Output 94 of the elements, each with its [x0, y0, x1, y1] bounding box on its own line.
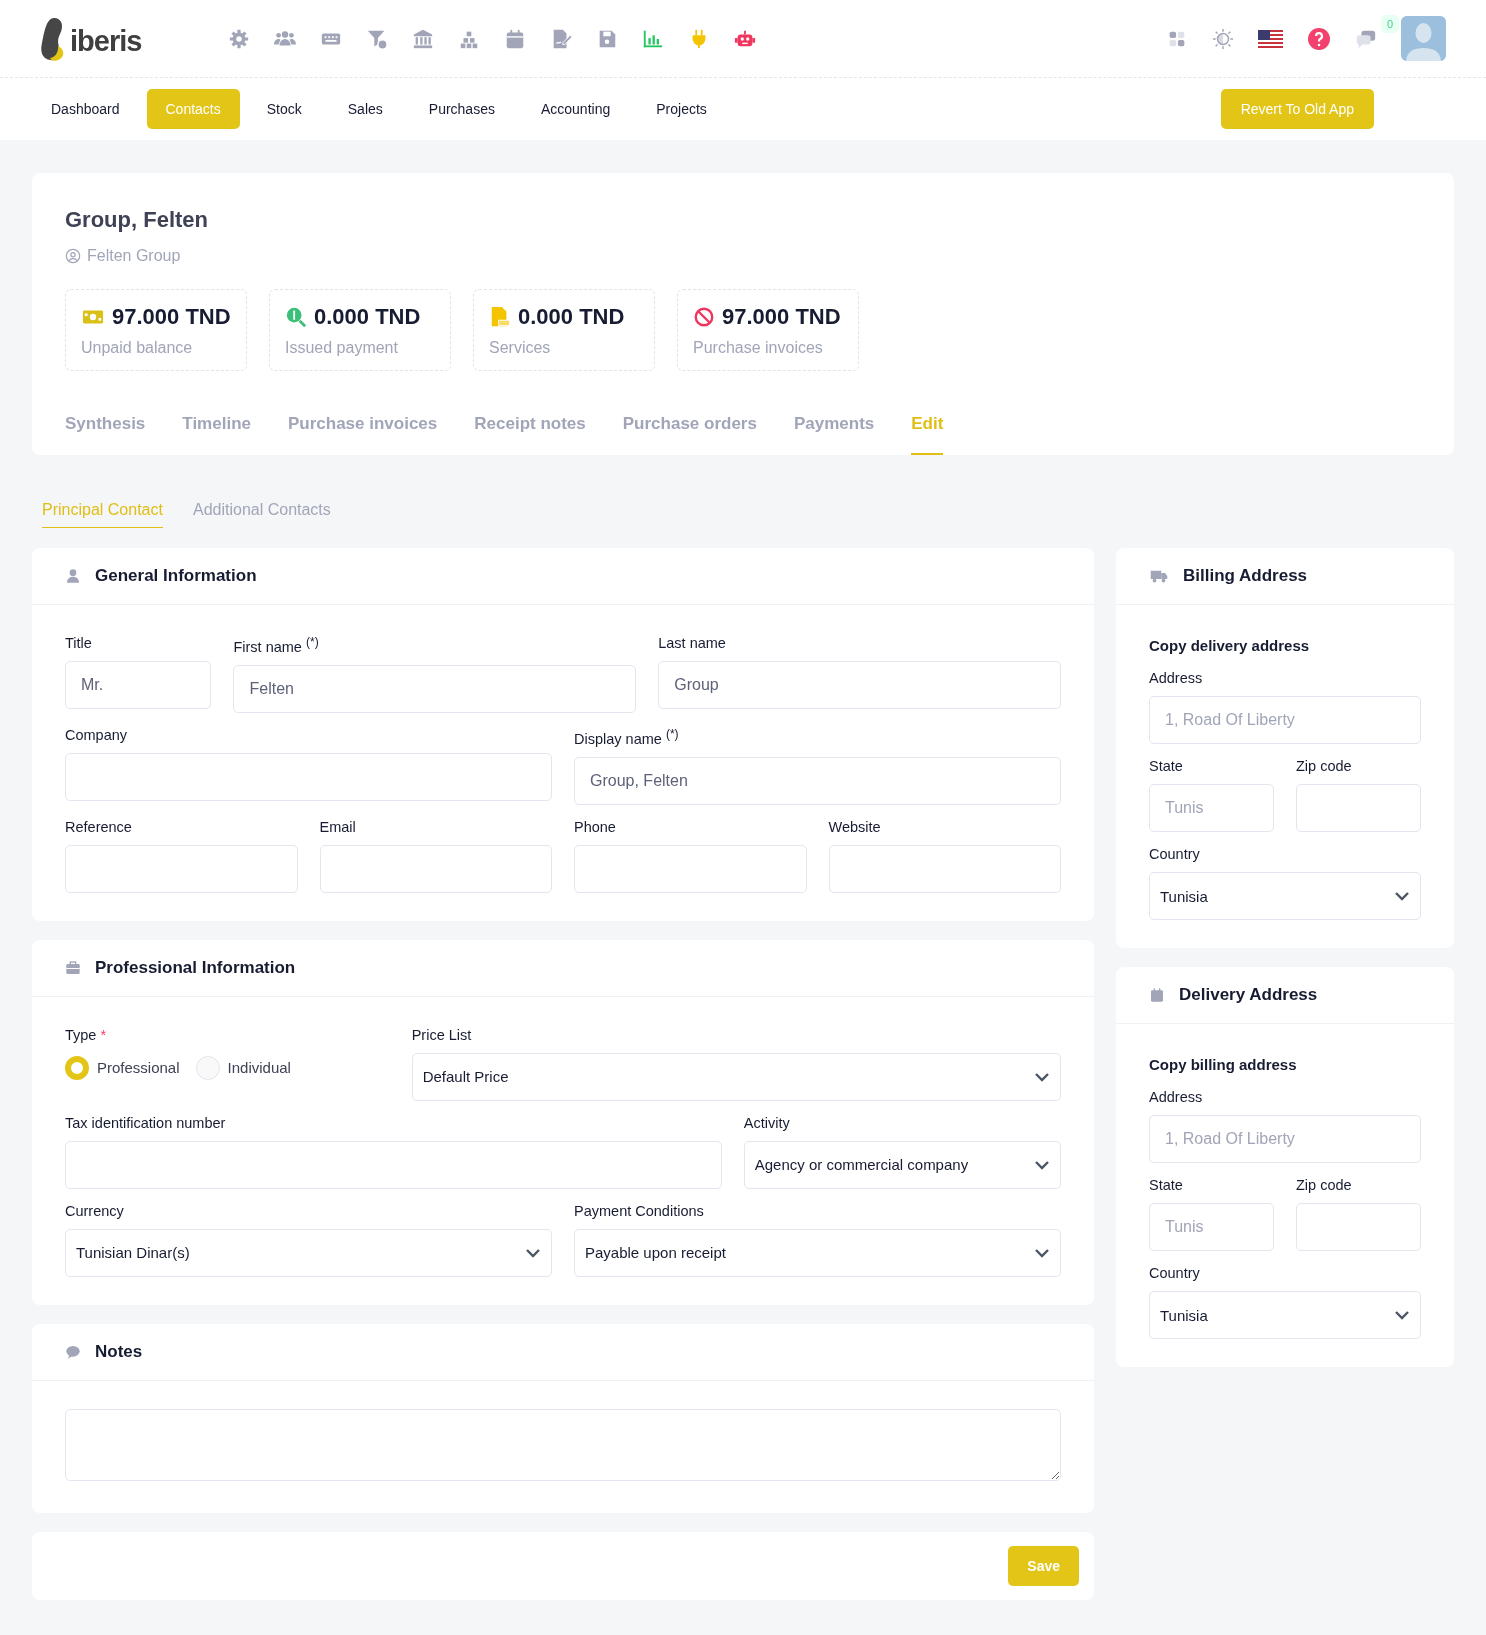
- notification-badge: 0: [1380, 14, 1399, 33]
- field-label: Email: [319, 818, 357, 835]
- field-label: Reference: [65, 818, 133, 835]
- prohibited-icon: [693, 306, 715, 328]
- us-flag-icon[interactable]: [1258, 29, 1283, 48]
- calendar-icon: [1149, 987, 1165, 1003]
- speech-bubble-icon: [65, 1343, 81, 1360]
- input-field[interactable]: [1296, 784, 1421, 832]
- required-mark: *: [100, 1026, 107, 1043]
- field-label: Title: [65, 635, 93, 651]
- input-field[interactable]: [1296, 1203, 1421, 1251]
- field-label: Address: [1149, 1089, 1204, 1105]
- field-label: Currency: [65, 1202, 125, 1219]
- dropdown[interactable]: Tunisia: [1149, 1291, 1421, 1339]
- chevron-icon: [1034, 1159, 1050, 1170]
- magnifier-coin-icon: [285, 306, 307, 328]
- section-title: Delivery Address: [1179, 985, 1318, 1005]
- dropdown[interactable]: Tunisia: [1149, 872, 1421, 920]
- logo-text: iberis: [70, 26, 142, 56]
- copy-address-link[interactable]: Copy billing address: [1149, 1056, 1421, 1073]
- briefcase-icon: [65, 959, 81, 976]
- bank-icon[interactable]: [412, 27, 434, 50]
- input-field[interactable]: Group: [658, 661, 1061, 709]
- field-label: Website: [828, 818, 882, 835]
- input-field[interactable]: 1, Road Of Liberty: [1149, 1115, 1421, 1163]
- nav-tab[interactable]: Projects: [637, 89, 726, 129]
- input-field[interactable]: 1, Road Of Liberty: [1149, 696, 1421, 744]
- stat-amount: 97.000 TND: [112, 304, 231, 330]
- field-label: Company: [65, 726, 129, 743]
- nav-tab[interactable]: Stock: [247, 89, 321, 129]
- user-circle-icon: [65, 248, 81, 264]
- sun-moon-icon[interactable]: [1212, 27, 1234, 50]
- field-label: Address: [1149, 670, 1204, 686]
- input-field[interactable]: [65, 1140, 722, 1189]
- section-title: General Information: [95, 566, 257, 586]
- stat-amount: 0.000 TND: [518, 304, 625, 330]
- stat-amount: 0.000 TND: [314, 304, 421, 330]
- dropdown[interactable]: Default Price: [411, 1052, 1061, 1101]
- stat-label: Services: [489, 339, 552, 357]
- section-title: Billing Address: [1183, 566, 1308, 586]
- field-label: Activity: [743, 1114, 791, 1131]
- input-field[interactable]: Group, Felten: [574, 756, 1061, 805]
- notes-field[interactable]: [65, 1408, 1061, 1481]
- nav-tab[interactable]: Sales: [328, 89, 402, 129]
- field-label: Price List: [411, 1026, 473, 1043]
- help-icon[interactable]: [1307, 26, 1331, 51]
- calendar-icon[interactable]: [504, 27, 526, 50]
- field-label: State: [1149, 758, 1184, 774]
- contact-name: Group, Felten: [65, 207, 209, 233]
- input-field[interactable]: [574, 844, 807, 893]
- chevron-icon: [1034, 1247, 1050, 1258]
- avatar-icon[interactable]: [1401, 16, 1446, 61]
- field-label: Country: [1149, 1265, 1201, 1281]
- field-label: Payment Conditions: [574, 1202, 705, 1219]
- nav-tab[interactable]: Dashboard: [32, 89, 139, 129]
- section-title: Notes: [95, 1341, 143, 1362]
- input-field[interactable]: Mr.: [65, 661, 212, 709]
- chevron-icon: [525, 1247, 541, 1258]
- chevron-icon: [1034, 1071, 1050, 1082]
- company-name: Felten Group: [87, 247, 181, 265]
- input-field[interactable]: Tunis: [1149, 784, 1274, 832]
- input-field[interactable]: Felten: [233, 664, 637, 713]
- dropdown[interactable]: Tunisian Dinar(s): [65, 1228, 552, 1277]
- dropdown[interactable]: Payable upon receipt: [574, 1228, 1061, 1277]
- stat-amount: 97.000 TND: [722, 304, 841, 330]
- field-label: Tax identification number: [65, 1114, 227, 1131]
- copy-address-link[interactable]: Copy delivery address: [1149, 637, 1421, 654]
- field-label: Last name: [658, 635, 727, 651]
- field-label: Phone: [574, 818, 617, 835]
- field-label: Type: [65, 1026, 97, 1043]
- field-label: Zip code: [1296, 1177, 1353, 1193]
- chevron-icon: [1394, 1310, 1410, 1320]
- field-label: Display name $^{(*)}$: [574, 726, 680, 747]
- chevron-icon: [1394, 891, 1410, 901]
- field-label: Zip code: [1296, 758, 1353, 774]
- input-field[interactable]: [828, 844, 1061, 893]
- stat-label: Issued payment: [285, 339, 399, 357]
- input-field[interactable]: Tunis: [1149, 1203, 1274, 1251]
- section-title: Professional Information: [95, 957, 296, 978]
- nav-tab[interactable]: Purchases: [409, 89, 514, 129]
- gear-icon[interactable]: [228, 27, 250, 50]
- stat-label: Unpaid balance: [81, 339, 194, 357]
- field-label: State: [1149, 1177, 1184, 1193]
- radio-option[interactable]: Individual: [195, 1055, 291, 1080]
- field-label: Country: [1149, 846, 1201, 862]
- dropdown[interactable]: Agency or commercial company: [743, 1140, 1061, 1189]
- stat-label: Purchase invoices: [693, 339, 824, 357]
- input-field[interactable]: [65, 752, 552, 801]
- input-field[interactable]: [319, 844, 552, 893]
- nav-tab[interactable]: Accounting: [521, 89, 630, 129]
- input-field[interactable]: [65, 844, 298, 893]
- person-icon: [65, 568, 81, 584]
- field-label: First name $^{(*)}$: [233, 635, 320, 655]
- radio-option[interactable]: Professional: [65, 1055, 180, 1080]
